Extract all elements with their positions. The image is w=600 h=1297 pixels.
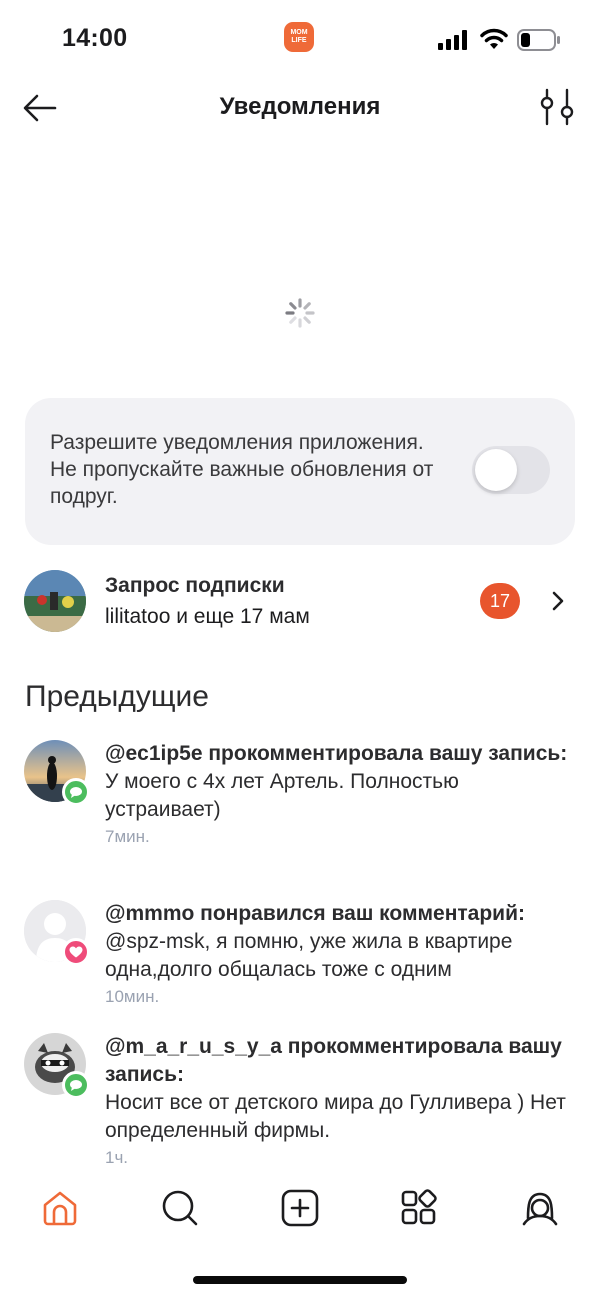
notification-header: @mmmo понравился ваш комментарий:	[105, 902, 525, 925]
tab-add-post[interactable]	[280, 1188, 320, 1228]
add-post-icon	[281, 1189, 319, 1227]
comment-icon	[70, 787, 82, 798]
notification-time: 1ч.	[105, 1148, 129, 1167]
home-indicator	[193, 1276, 407, 1284]
status-bar: 14:00 MOM LIFE	[0, 0, 600, 80]
notification-text: Носит все от детского мира до Гулливера …	[105, 1091, 566, 1142]
page-title: Уведомления	[219, 93, 381, 120]
notifications-toggle[interactable]	[472, 446, 550, 494]
permission-text: Разрешите уведомления приложения. Не про…	[50, 431, 434, 508]
status-time: 14:00	[62, 24, 128, 52]
filter-button[interactable]	[538, 86, 578, 130]
battery-icon	[517, 29, 560, 51]
profile-icon	[522, 1192, 558, 1226]
section-title-previous: Предыдущие	[25, 680, 209, 713]
notification-time: 10мин.	[105, 987, 160, 1006]
tab-bar	[0, 1178, 600, 1242]
chevron-right-icon	[552, 591, 564, 611]
wifi-icon	[480, 28, 508, 49]
tab-catalog[interactable]	[400, 1188, 440, 1228]
tab-search[interactable]	[160, 1188, 200, 1228]
notification-body: @m_a_r_u_s_y_a прокомментировала вашу за…	[105, 1033, 575, 1169]
notification-header: @ec1ip5e прокомментировала вашу запись:	[105, 742, 568, 765]
request-count-badge: 17	[480, 583, 520, 619]
app-logo-icon: MOM LIFE	[284, 22, 314, 52]
catalog-icon	[401, 1189, 437, 1225]
tab-home[interactable]	[40, 1188, 80, 1228]
nav-bar: Уведомления	[0, 80, 600, 136]
comment-icon	[70, 1080, 82, 1091]
like-badge	[62, 938, 90, 966]
heart-icon	[69, 946, 83, 958]
home-icon	[43, 1191, 77, 1226]
subscription-request-row[interactable]: Запрос подписки lilitatoo и еще 17 мам 1…	[0, 568, 600, 636]
comment-badge	[62, 778, 90, 806]
notification-text: @spz-msk, я помню, уже жила в квартире о…	[105, 930, 513, 981]
toggle-knob	[475, 449, 517, 491]
search-icon	[162, 1190, 198, 1226]
avatar	[24, 570, 86, 632]
cellular-signal-icon	[438, 30, 467, 50]
spinner-icon	[285, 298, 315, 328]
request-title: Запрос подписки	[105, 574, 285, 597]
notification-time: 7мин.	[105, 827, 150, 846]
notification-permission-card: Разрешите уведомления приложения. Не про…	[25, 398, 575, 545]
sliders-icon	[540, 88, 574, 126]
notification-body: @ec1ip5e прокомментировала вашу запись: …	[105, 740, 575, 848]
request-subtitle: lilitatoo и еще 17 мам	[105, 605, 310, 628]
notification-header: @m_a_r_u_s_y_a прокомментировала вашу за…	[105, 1035, 562, 1086]
notification-body: @mmmo понравился ваш комментарий: @spz-m…	[105, 900, 575, 1008]
comment-badge	[62, 1071, 90, 1099]
notification-text: У моего с 4х лет Артель. Полностью устра…	[105, 770, 459, 821]
tab-profile[interactable]	[520, 1188, 560, 1228]
